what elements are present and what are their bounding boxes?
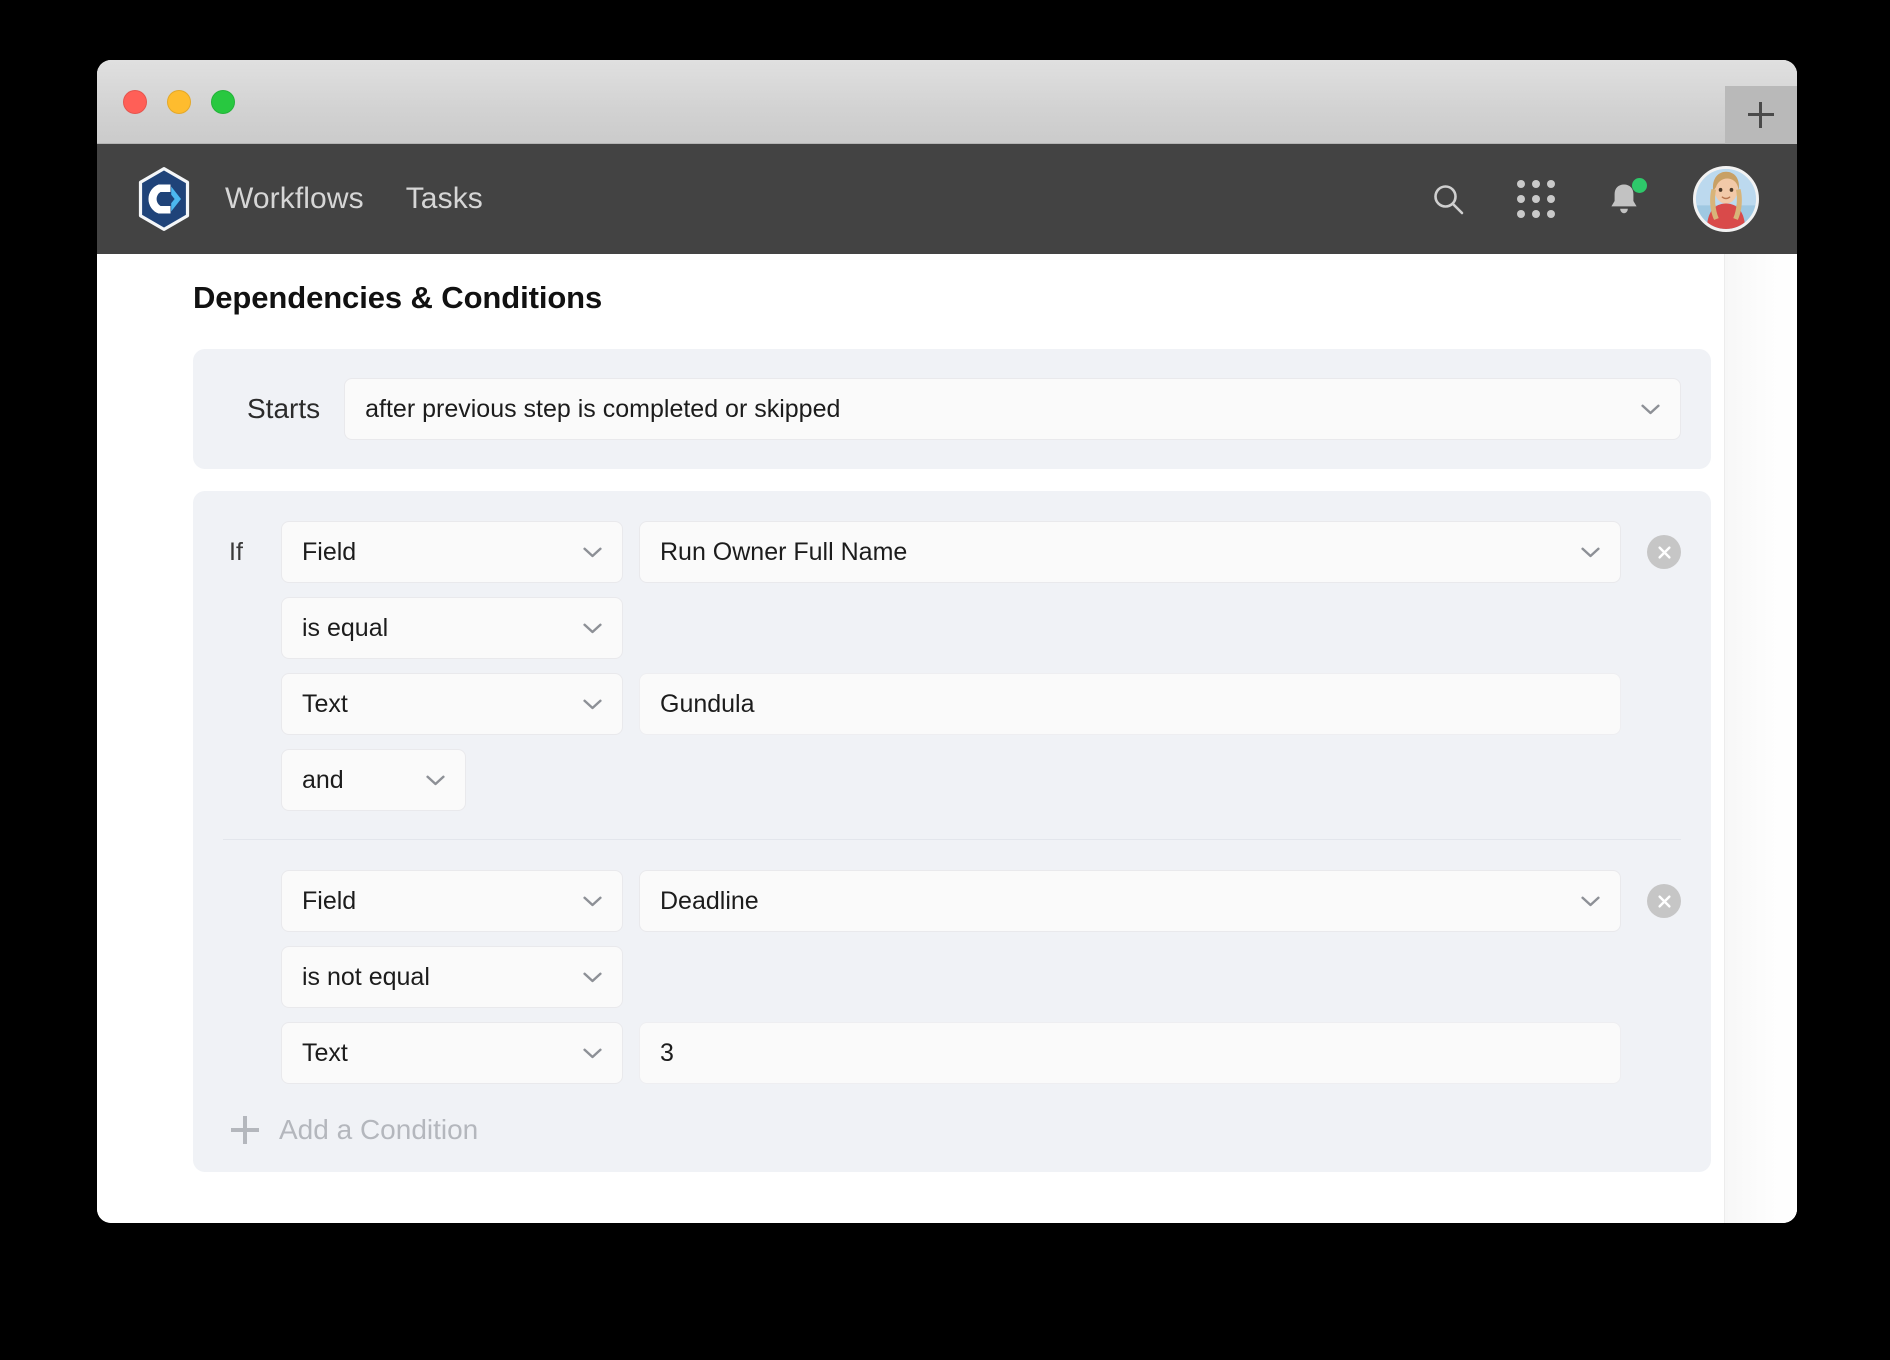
page-content: Dependencies & Conditions Starts after p… (97, 254, 1727, 1172)
condition-source-row: Field Deadline (223, 870, 1681, 932)
nav-item-tasks[interactable]: Tasks (406, 182, 483, 216)
condition-operator-value: is equal (302, 613, 389, 642)
condition-value-row: Text Gundula (223, 673, 1681, 735)
condition-source-type-value: Field (302, 886, 357, 915)
starts-select-value: after previous step is completed or skip… (365, 394, 841, 423)
condition-value-type-select[interactable]: Text (281, 673, 623, 735)
close-icon (1657, 545, 1671, 559)
condition-field-value: Run Owner Full Name (660, 537, 908, 566)
condition-field-select[interactable]: Deadline (639, 870, 1621, 932)
remove-condition-button[interactable] (1647, 535, 1681, 569)
starts-panel: Starts after previous step is completed … (193, 349, 1711, 469)
apps-grid-icon[interactable] (1517, 180, 1555, 218)
condition-value-type-select[interactable]: Text (281, 1022, 623, 1084)
chevron-down-icon (426, 775, 445, 786)
browser-titlebar (97, 60, 1797, 144)
condition-value-text: Gundula (660, 689, 755, 718)
remove-condition-button[interactable] (1647, 884, 1681, 918)
chevron-down-icon (1641, 404, 1660, 415)
bell-glyph (1607, 178, 1647, 217)
grid-dots (1517, 180, 1555, 218)
chevron-down-icon (583, 699, 602, 710)
condition-source-type-select[interactable]: Field (281, 521, 623, 583)
minimize-window-button[interactable] (167, 90, 191, 114)
if-label: If (229, 537, 243, 566)
add-condition-button[interactable]: Add a Condition (223, 1114, 1681, 1146)
condition-operator-row: is not equal (223, 946, 1681, 1008)
condition-group: Field Deadline is not equal Text 3 (223, 839, 1681, 1084)
condition-value-text: 3 (660, 1038, 674, 1067)
plus-icon (1748, 102, 1774, 128)
app-navigation-bar: Workflows Tasks (97, 144, 1797, 254)
condition-operator-select[interactable]: is equal (281, 597, 623, 659)
condition-logic-row: and (223, 749, 1681, 811)
condition-value-input[interactable]: Gundula (639, 673, 1621, 735)
conditions-panel: If Field Run Owner Full Name is equal Te… (193, 491, 1711, 1172)
chevron-down-icon (583, 1048, 602, 1059)
screenshot-stage: Workflows Tasks Dependencies & Condition… (0, 0, 1890, 1360)
condition-value-type-value: Text (302, 689, 348, 718)
app-logo[interactable] (131, 166, 197, 232)
chevron-down-icon (583, 623, 602, 634)
chevron-down-icon (1581, 896, 1600, 907)
condition-operator-value: is not equal (302, 962, 430, 991)
condition-field-value: Deadline (660, 886, 759, 915)
close-window-button[interactable] (123, 90, 147, 114)
condition-operator-select[interactable]: is not equal (281, 946, 623, 1008)
appbar-actions (1431, 166, 1759, 232)
browser-window: Workflows Tasks Dependencies & Condition… (97, 60, 1797, 1223)
nav-item-workflows[interactable]: Workflows (225, 182, 364, 216)
notification-badge (1632, 178, 1647, 193)
chevron-down-icon (583, 896, 602, 907)
chevron-down-icon (1581, 547, 1600, 558)
condition-value-type-value: Text (302, 1038, 348, 1067)
window-controls (123, 90, 235, 114)
maximize-window-button[interactable] (211, 90, 235, 114)
close-icon (1657, 894, 1671, 908)
condition-operator-row: is equal (223, 597, 1681, 659)
avatar[interactable] (1693, 166, 1759, 232)
starts-select[interactable]: after previous step is completed or skip… (344, 378, 1681, 440)
condition-source-row: If Field Run Owner Full Name (223, 521, 1681, 583)
condition-logic-select[interactable]: and (281, 749, 466, 811)
condition-field-select[interactable]: Run Owner Full Name (639, 521, 1621, 583)
starts-label: Starts (247, 393, 321, 424)
chevron-down-icon (583, 547, 602, 558)
chevron-down-icon (583, 972, 602, 983)
page-body: Dependencies & Conditions Starts after p… (97, 254, 1797, 1223)
condition-value-input[interactable]: 3 (639, 1022, 1621, 1084)
new-tab-button[interactable] (1725, 86, 1797, 144)
condition-source-type-select[interactable]: Field (281, 870, 623, 932)
condition-source-type-value: Field (302, 537, 357, 566)
notifications-bell-icon[interactable] (1607, 178, 1647, 217)
content-right-gutter (1725, 254, 1797, 1223)
condition-group: If Field Run Owner Full Name is equal Te… (223, 521, 1681, 839)
page-title: Dependencies & Conditions (193, 280, 603, 315)
condition-value-row: Text 3 (223, 1022, 1681, 1084)
plus-icon (231, 1116, 259, 1144)
condition-logic-value: and (302, 765, 344, 794)
add-condition-label: Add a Condition (279, 1114, 479, 1145)
primary-nav: Workflows Tasks (225, 182, 483, 216)
search-icon[interactable] (1431, 182, 1465, 216)
